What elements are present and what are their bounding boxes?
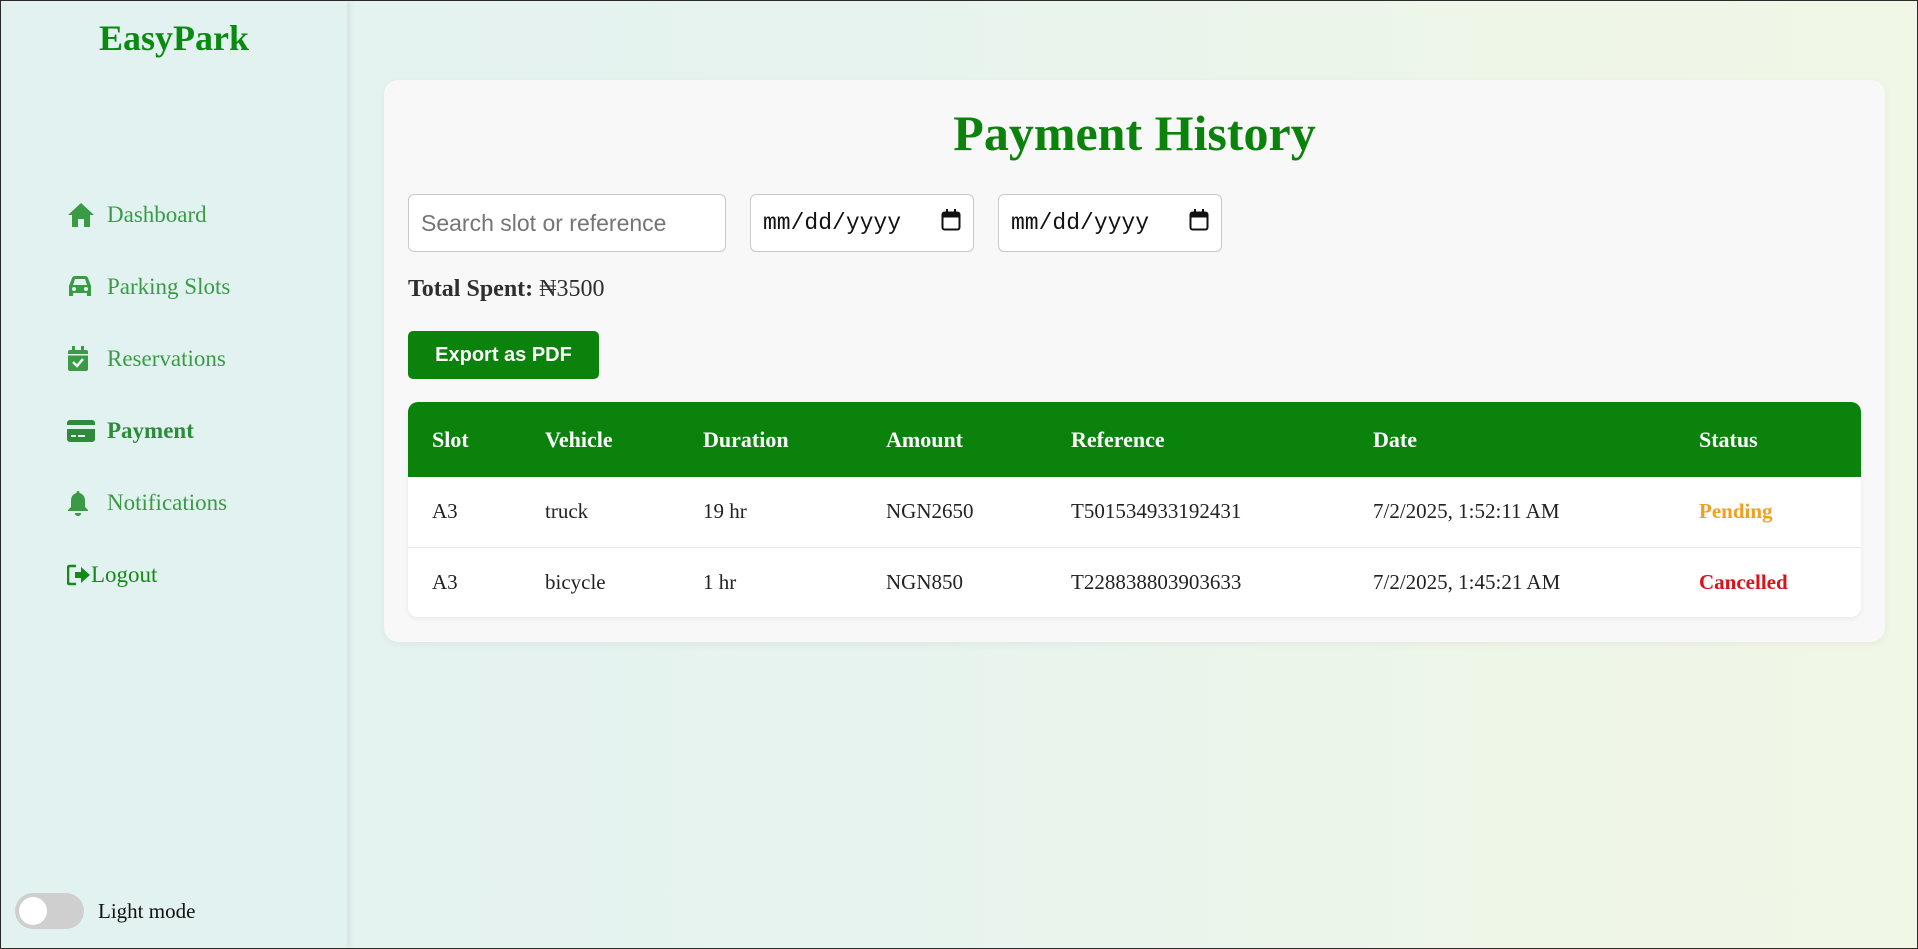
car-icon [67, 275, 97, 299]
date-from-field[interactable]: mm/dd/yyyy [750, 194, 974, 252]
light-mode-switch[interactable] [15, 893, 84, 929]
cell-reference: T228838803903633 [1047, 546, 1349, 617]
cell-slot: A3 [432, 499, 458, 524]
sidebar-item-reservations[interactable]: Reservations [67, 323, 230, 395]
sidebar-item-label: Payment [107, 418, 194, 443]
table-header-row: Slot Vehicle Duration Amount Reference D… [408, 402, 1861, 477]
bell-icon [67, 490, 97, 516]
date-from-value: mm/dd/yyyy [763, 210, 902, 236]
payment-table: Slot Vehicle Duration Amount Reference D… [408, 402, 1861, 617]
total-spent-label: Total Spent: [408, 276, 534, 302]
cell-amount: NGN850 [862, 546, 1047, 617]
switch-knob [19, 897, 47, 925]
total-spent-value: ₦3500 [539, 276, 605, 302]
cell-date: 7/2/2025, 1:52:11 AM [1373, 499, 1560, 524]
cell-slot: A3 [408, 546, 521, 617]
sidebar-item-payment[interactable]: Payment [67, 395, 230, 467]
calendar-icon[interactable] [941, 208, 961, 238]
sidebar: EasyPark Dashboard Parking Slots Reserva… [1, 1, 347, 948]
cell-duration: 19 hr [703, 499, 747, 524]
cell-reference: T501534933192431 [1071, 499, 1242, 524]
logout-icon [67, 564, 91, 586]
page-title: Payment History [953, 105, 1316, 161]
column-header-vehicle: Vehicle [545, 426, 613, 452]
payment-history-card: Payment History mm/dd/yyyy mm/dd/yyyy To… [384, 80, 1885, 642]
calendar-icon[interactable] [1189, 208, 1209, 238]
credit-card-icon [67, 420, 97, 442]
sidebar-item-label: Dashboard [107, 202, 207, 227]
cell-date: 7/2/2025, 1:45:21 AM [1349, 546, 1675, 617]
column-header-date: Date [1373, 426, 1417, 452]
date-to-field[interactable]: mm/dd/yyyy [998, 194, 1222, 252]
sidebar-item-parking-slots[interactable]: Parking Slots [67, 251, 230, 323]
table-row: A3 truck 19 hr NGN2650 T501534933192431 … [408, 477, 1861, 547]
search-input[interactable] [408, 194, 726, 252]
sidebar-item-notifications[interactable]: Notifications [67, 467, 230, 539]
cell-vehicle: bicycle [521, 546, 679, 617]
column-header-amount: Amount [886, 426, 964, 452]
sidebar-item-label: Notifications [107, 490, 228, 515]
total-spent: Total Spent: ₦3500 [408, 276, 605, 303]
calendar-check-icon [67, 346, 97, 372]
sidebar-item-label: Reservations [107, 346, 226, 371]
filters: mm/dd/yyyy mm/dd/yyyy [408, 194, 1222, 252]
cell-vehicle: truck [545, 499, 589, 524]
home-icon [67, 202, 97, 228]
column-header-duration: Duration [703, 426, 789, 452]
sidebar-item-label: Logout [91, 562, 158, 587]
brand-logo[interactable]: EasyPark [1, 17, 347, 59]
sidebar-item-dashboard[interactable]: Dashboard [67, 179, 230, 251]
status-badge-cancelled: Cancelled [1675, 546, 1861, 617]
column-header-reference: Reference [1071, 426, 1165, 452]
cell-duration: 1 hr [679, 546, 862, 617]
theme-toggle: Light mode [15, 893, 195, 929]
column-header-status: Status [1699, 426, 1758, 452]
status-badge-pending: Pending [1699, 499, 1773, 524]
sidebar-item-label: Parking Slots [107, 274, 231, 299]
table-row: A3 bicycle 1 hr NGN850 T228838803903633 … [408, 546, 1861, 617]
date-to-value: mm/dd/yyyy [1011, 210, 1150, 236]
theme-label: Light mode [98, 898, 196, 923]
sidebar-nav: Dashboard Parking Slots Reservations Pay… [67, 179, 230, 611]
column-header-slot: Slot [432, 426, 469, 452]
sidebar-item-logout[interactable]: Logout [67, 539, 230, 611]
cell-amount: NGN2650 [886, 499, 974, 524]
export-pdf-button[interactable]: Export as PDF [408, 331, 599, 379]
